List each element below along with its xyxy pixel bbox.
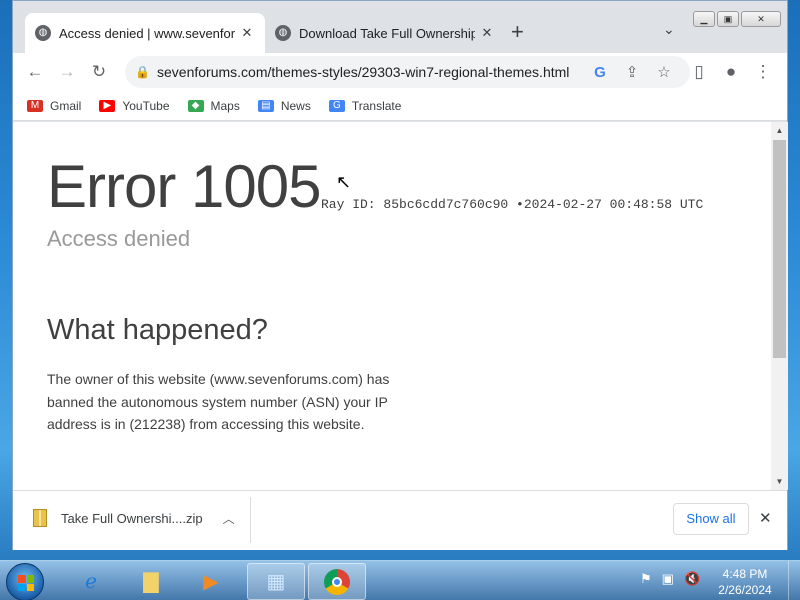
- profile-avatar-icon[interactable]: ●: [715, 56, 747, 88]
- bookmark-gmail[interactable]: M Gmail: [27, 99, 81, 113]
- download-item[interactable]: Take Full Ownershi....zip ︿: [33, 509, 235, 527]
- media-player-icon[interactable]: ▶: [182, 563, 240, 600]
- new-tab-button[interactable]: +: [511, 21, 524, 43]
- chevron-up-icon[interactable]: ︿: [223, 510, 235, 527]
- minimize-button[interactable]: ▁: [693, 11, 715, 27]
- explanation-text: The owner of this website (www.sevenforu…: [47, 371, 390, 432]
- toolbar-right: ▯ ● ⋮: [683, 56, 779, 88]
- tab-strip: ◍ Access denied | www.sevenforums ✕ ◍ Do…: [13, 1, 787, 57]
- tab-search-icon[interactable]: ⌄: [663, 21, 675, 38]
- bookmark-star-icon[interactable]: ☆: [648, 63, 680, 81]
- scroll-down-icon[interactable]: ▼: [771, 477, 788, 486]
- browser-toolbar: ← → ↻ 🔒 sevenforums.com/themes-styles/29…: [13, 53, 787, 91]
- volume-muted-icon[interactable]: 🔇: [684, 571, 700, 587]
- close-tab-icon[interactable]: ✕: [239, 25, 255, 41]
- back-icon[interactable]: ←: [19, 56, 51, 88]
- vertical-scrollbar[interactable]: ▲ ▼: [771, 122, 788, 490]
- close-download-bar-icon[interactable]: ✕: [759, 509, 772, 527]
- translate-icon: G: [328, 99, 345, 112]
- error-title: Error 1005: [47, 153, 321, 220]
- bookmark-news[interactable]: ▤ News: [257, 98, 311, 113]
- error-subtitle: Access denied: [47, 226, 191, 251]
- tab-title: Access denied | www.sevenforums: [59, 25, 235, 41]
- file-explorer-icon[interactable]: ▇: [122, 563, 180, 600]
- section-heading: What happened?: [47, 314, 268, 346]
- browser-window: ◍ Access denied | www.sevenforums ✕ ◍ Do…: [12, 0, 788, 550]
- news-icon: ▤: [257, 99, 274, 112]
- tab-download[interactable]: ◍ Download Take Full Ownership o ✕: [265, 13, 505, 53]
- address-bar[interactable]: 🔒 sevenforums.com/themes-styles/29303-wi…: [125, 56, 690, 88]
- lock-icon[interactable]: 🔒: [135, 65, 157, 79]
- separator-bullet: •: [516, 197, 524, 212]
- clock[interactable]: 4:48 PM 2/26/2024: [705, 566, 785, 598]
- globe-icon: ◍: [35, 25, 51, 41]
- window-controls: ▁ ▣ ✕: [693, 11, 781, 27]
- clock-date: 2/26/2024: [718, 583, 772, 597]
- globe-icon: ◍: [275, 25, 291, 41]
- taskbar: ℯ ▇ ▶ ▦ ⚑ ▣ 🔇 4:48 PM 2/26/2024: [0, 560, 800, 600]
- bookmark-maps[interactable]: ◆ Maps: [187, 98, 240, 113]
- bookmark-label: YouTube: [122, 98, 170, 113]
- system-tray: ⚑ ▣ 🔇: [640, 571, 700, 587]
- show-all-button[interactable]: Show all: [673, 503, 749, 535]
- youtube-icon: ▶: [99, 99, 116, 112]
- ray-id-line: Ray ID: 85bc6cdd7c760c90 •2024-02-27 00:…: [321, 197, 703, 212]
- chrome-taskbar-icon[interactable]: [308, 563, 366, 600]
- scroll-up-icon[interactable]: ▲: [771, 126, 788, 135]
- download-bar: Take Full Ownershi....zip ︿ Show all ✕: [13, 490, 787, 550]
- divider: [250, 497, 251, 543]
- ray-id: Ray ID: 85bc6cdd7c760c90: [321, 197, 509, 212]
- tab-access-denied[interactable]: ◍ Access denied | www.sevenforums ✕: [25, 13, 265, 53]
- windows-logo-icon: [18, 575, 34, 591]
- download-filename: Take Full Ownershi....zip: [61, 510, 203, 526]
- mouse-cursor-icon: ↖: [336, 172, 352, 192]
- reload-icon[interactable]: ↻: [83, 56, 115, 88]
- bookmarks-bar: M Gmail ▶ YouTube ◆ Maps ▤ News G Transl…: [13, 91, 787, 121]
- network-icon[interactable]: ▣: [662, 571, 674, 587]
- bookmark-label: Translate: [351, 98, 402, 113]
- maps-icon: ◆: [187, 99, 204, 112]
- menu-kebab-icon[interactable]: ⋮: [747, 56, 779, 88]
- page-content: Error 1005 Ray ID: 85bc6cdd7c760c90 •202…: [13, 122, 771, 490]
- close-window-button[interactable]: ✕: [741, 11, 781, 27]
- bookmark-translate[interactable]: G Translate: [328, 98, 402, 113]
- bookmark-label: News: [280, 98, 311, 113]
- gmail-icon: M: [27, 99, 43, 112]
- share-icon[interactable]: ⇪: [616, 63, 648, 81]
- remote-desktop-icon[interactable]: ▦: [247, 563, 305, 600]
- scroll-thumb[interactable]: [773, 140, 786, 358]
- timestamp: 2024-02-27 00:48:58 UTC: [523, 197, 704, 212]
- side-panel-icon[interactable]: ▯: [683, 56, 715, 88]
- bookmark-label: Gmail: [50, 98, 82, 113]
- bookmark-youtube[interactable]: ▶ YouTube: [99, 98, 170, 113]
- tab-title: Download Take Full Ownership o: [299, 25, 475, 41]
- zip-file-icon: [33, 509, 47, 527]
- forward-icon[interactable]: →: [51, 56, 83, 88]
- action-center-flag-icon[interactable]: ⚑: [640, 571, 652, 587]
- clock-time: 4:48 PM: [722, 567, 768, 581]
- google-lens-icon[interactable]: G: [584, 64, 616, 81]
- close-tab-icon[interactable]: ✕: [479, 25, 495, 41]
- internet-explorer-icon[interactable]: ℯ: [62, 563, 120, 600]
- show-desktop-button[interactable]: [788, 561, 800, 600]
- url-text: sevenforums.com/themes-styles/29303-win7…: [157, 64, 570, 80]
- maximize-button[interactable]: ▣: [717, 11, 739, 27]
- bookmark-label: Maps: [210, 98, 240, 113]
- start-button[interactable]: [6, 563, 44, 600]
